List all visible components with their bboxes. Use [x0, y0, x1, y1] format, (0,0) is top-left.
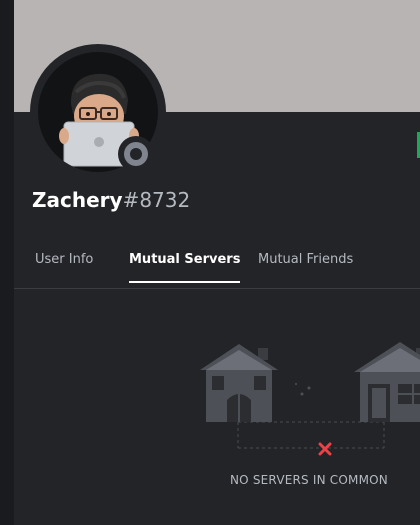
no-servers-illustration: [200, 342, 420, 456]
tab-mutual-friends[interactable]: Mutual Friends: [258, 252, 353, 281]
username-with-tag: Zachery#8732: [32, 188, 190, 212]
empty-state-message: NO SERVERS IN COMMON: [230, 473, 388, 487]
offline-status-indicator: [118, 136, 154, 172]
tab-mutual-servers[interactable]: Mutual Servers: [129, 252, 241, 283]
tab-user-info[interactable]: User Info: [35, 252, 93, 281]
profile-tabs: User Info Mutual Servers Mutual Friends: [14, 240, 420, 289]
discriminator: #8732: [122, 188, 191, 212]
user-profile-panel: Zachery#8732 User Info Mutual Servers Mu…: [14, 0, 420, 525]
offline-status-icon: [124, 142, 148, 166]
left-edge-strip: [0, 0, 14, 525]
no-connection-x-icon: [318, 442, 332, 456]
username: Zachery: [32, 188, 123, 212]
